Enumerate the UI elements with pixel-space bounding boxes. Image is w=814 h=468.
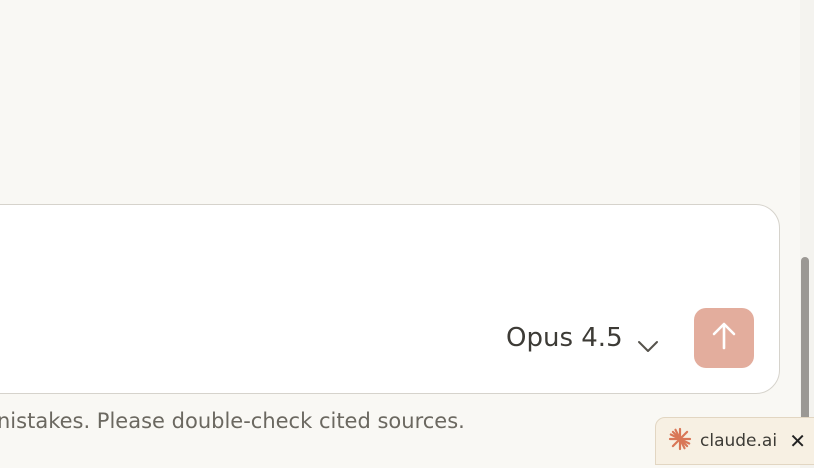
close-icon[interactable]: ✕ bbox=[789, 431, 806, 451]
tab-label: claude.ai bbox=[700, 431, 778, 451]
page: Opus 4.5 nistakes. Please double-check c… bbox=[0, 0, 814, 468]
tab-claude[interactable]: claude.ai ✕ bbox=[655, 417, 814, 465]
disclaimer-text: nistakes. Please double-check cited sour… bbox=[0, 409, 465, 433]
scrollbar[interactable] bbox=[800, 0, 814, 468]
chevron-down-icon bbox=[637, 331, 659, 352]
message-composer bbox=[0, 204, 780, 394]
send-button[interactable] bbox=[694, 308, 754, 368]
claude-logo-icon bbox=[668, 427, 692, 455]
arrow-up-icon bbox=[710, 321, 738, 355]
scrollbar-thumb[interactable] bbox=[801, 257, 809, 422]
model-selector-label: Opus 4.5 bbox=[506, 323, 623, 353]
message-input[interactable] bbox=[0, 205, 781, 295]
model-selector[interactable]: Opus 4.5 bbox=[506, 319, 659, 357]
